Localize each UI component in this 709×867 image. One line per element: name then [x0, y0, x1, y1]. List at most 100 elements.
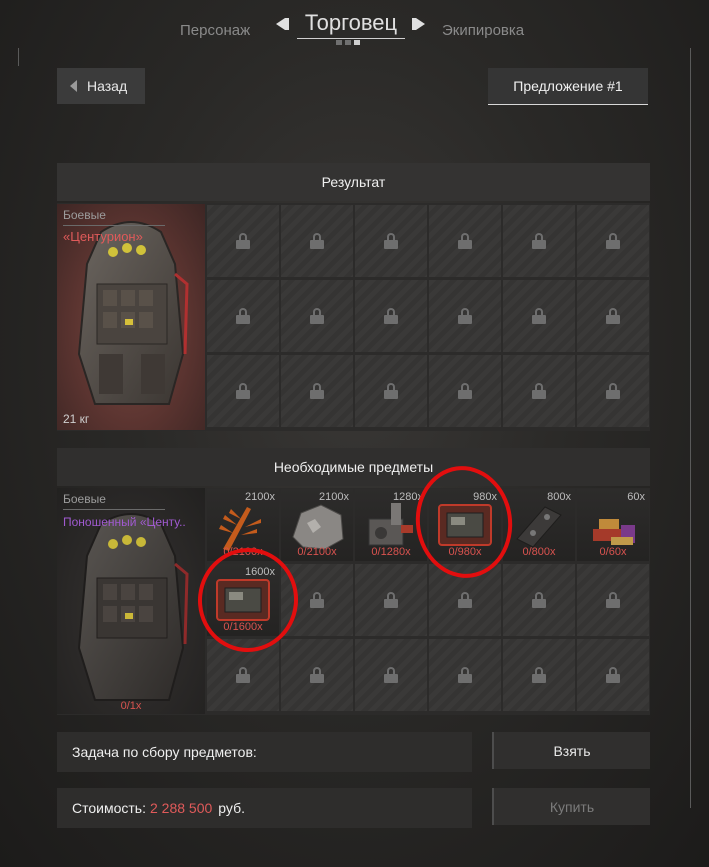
prev-arrow-icon[interactable] — [276, 18, 285, 30]
have-count: 0/800x — [522, 546, 556, 558]
locked-slot — [355, 280, 427, 352]
locked-slot — [355, 639, 427, 711]
lock-icon — [236, 383, 250, 399]
locked-slot — [355, 564, 427, 636]
required-item-slot[interactable]: 980x 0/980x — [429, 489, 501, 561]
lock-icon — [310, 667, 324, 683]
locked-slot — [281, 280, 353, 352]
locked-slot — [577, 205, 649, 277]
locked-slot — [429, 564, 501, 636]
required-item-slot[interactable]: 60x 0/60x — [577, 489, 649, 561]
lock-icon — [606, 667, 620, 683]
lock-icon — [236, 667, 250, 683]
locked-slot — [281, 205, 353, 277]
divider — [63, 509, 165, 510]
locked-slot — [577, 564, 649, 636]
lock-icon — [532, 233, 546, 249]
item-category: Боевые — [63, 492, 106, 506]
item-name: Поношенный «Центу.. — [63, 515, 186, 529]
lock-icon — [384, 592, 398, 608]
lock-icon — [384, 667, 398, 683]
item-name: «Центурион» — [63, 229, 143, 244]
required-item-slot[interactable]: 1600x 0/1600x — [207, 564, 279, 636]
required-item-slot[interactable]: 2100x 0/2100x — [207, 489, 279, 561]
required-qty: 980x — [473, 491, 497, 503]
frame-divider — [18, 48, 19, 66]
prev-arrow-bar — [285, 18, 289, 30]
locked-slot — [503, 564, 575, 636]
locked-slot — [577, 639, 649, 711]
lock-icon — [532, 667, 546, 683]
lock-icon — [458, 308, 472, 324]
required-qty: 1600x — [245, 566, 275, 578]
lock-icon — [236, 233, 250, 249]
cost-currency: руб. — [218, 800, 245, 816]
tab-character[interactable]: Персонаж — [180, 22, 250, 39]
required-item-slot[interactable]: 1280x 0/1280x — [355, 489, 427, 561]
lock-icon — [310, 233, 324, 249]
locked-slot — [207, 639, 279, 711]
have-count: 0/1280x — [371, 546, 411, 558]
locked-slot — [429, 280, 501, 352]
required-header: Необходимые предметы — [57, 448, 650, 486]
result-item-preview[interactable]: Боевые «Центурион» 21 кг — [57, 204, 205, 430]
locked-slot — [207, 280, 279, 352]
take-button[interactable]: Взять — [492, 732, 650, 769]
lock-icon — [310, 592, 324, 608]
locked-slot — [355, 205, 427, 277]
required-item-preview[interactable]: Боевые Поношенный «Центу.. 0/1x — [57, 488, 205, 714]
required-qty: 2100x — [245, 491, 275, 503]
lock-icon — [606, 233, 620, 249]
buy-button[interactable]: Купить — [492, 788, 650, 825]
lock-icon — [236, 308, 250, 324]
lock-icon — [606, 308, 620, 324]
next-arrow-icon[interactable] — [416, 18, 425, 30]
page-dot-active — [354, 40, 360, 45]
lock-icon — [384, 308, 398, 324]
required-qty: 2100x — [319, 491, 349, 503]
page-title: Торговец — [297, 10, 405, 39]
lock-icon — [458, 667, 472, 683]
locked-slot — [577, 355, 649, 427]
chevron-left-icon — [70, 80, 77, 92]
lock-icon — [310, 308, 324, 324]
required-item-slot[interactable]: 800x 0/800x — [503, 489, 575, 561]
cost-label: Стоимость: — [72, 800, 146, 816]
have-count: 0/60x — [599, 546, 627, 558]
lock-icon — [384, 233, 398, 249]
page-dot — [345, 40, 351, 45]
page-dot — [336, 40, 342, 45]
result-header: Результат — [57, 163, 650, 201]
lock-icon — [606, 383, 620, 399]
lock-icon — [532, 592, 546, 608]
item-weight: 21 кг — [63, 412, 90, 426]
locked-slot — [429, 355, 501, 427]
lock-icon — [458, 383, 472, 399]
page-indicator — [336, 40, 360, 45]
required-qty: 800x — [547, 491, 571, 503]
locked-slot — [281, 355, 353, 427]
locked-slot — [503, 280, 575, 352]
frame-divider — [690, 48, 691, 808]
locked-slot — [429, 205, 501, 277]
lock-icon — [532, 383, 546, 399]
locked-slot — [503, 205, 575, 277]
lock-icon — [532, 308, 546, 324]
locked-slot — [281, 564, 353, 636]
item-have-count: 0/1x — [120, 700, 142, 712]
locked-slot — [429, 639, 501, 711]
tab-equipment[interactable]: Экипировка — [442, 22, 524, 39]
back-button[interactable]: Назад — [57, 68, 145, 104]
lock-icon — [606, 592, 620, 608]
lock-icon — [458, 592, 472, 608]
have-count: 0/1600x — [223, 621, 263, 633]
lock-icon — [458, 233, 472, 249]
required-qty: 60x — [627, 491, 645, 503]
cost-value: 2 288 500 — [149, 800, 213, 816]
offer-tab[interactable]: Предложение #1 — [488, 68, 648, 105]
locked-slot — [355, 355, 427, 427]
locked-slot — [577, 280, 649, 352]
required-qty: 1280x — [393, 491, 423, 503]
have-count: 0/2100x — [223, 546, 263, 558]
required-item-slot[interactable]: 2100x 0/2100x — [281, 489, 353, 561]
